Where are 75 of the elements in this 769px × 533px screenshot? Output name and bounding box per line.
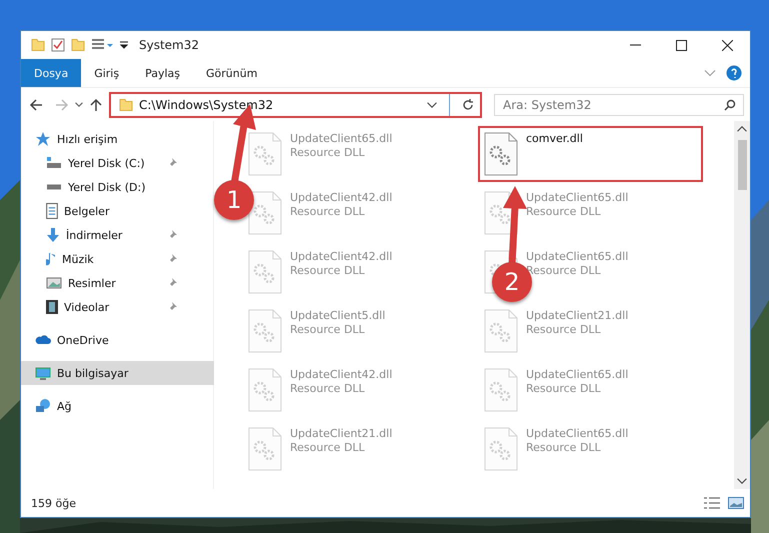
drive-icon	[46, 184, 62, 190]
sidebar-item[interactable]: Bu bilgisayar	[21, 361, 214, 385]
folder-icon	[31, 39, 45, 51]
sidebar-item[interactable]: Videolar	[21, 295, 181, 319]
drive-icon	[46, 157, 62, 169]
dll-file-icon	[484, 132, 518, 176]
sidebar-item[interactable]: Yerel Disk (D:)	[21, 175, 181, 199]
view-icon[interactable]	[91, 38, 113, 52]
dll-file-icon	[248, 250, 282, 294]
file-type: Resource DLL	[290, 205, 366, 218]
dll-file-icon	[248, 368, 282, 412]
dll-file-icon	[248, 191, 282, 235]
new-folder-icon	[71, 39, 85, 51]
file-type: Resource DLL	[290, 382, 366, 395]
refresh-icon[interactable]	[461, 98, 475, 112]
file-type: Resource DLL	[290, 441, 366, 454]
ribbon-tab[interactable]: Dosya	[21, 59, 82, 87]
scrollbar-thumb[interactable]	[738, 140, 746, 190]
dll-file-icon	[248, 132, 282, 176]
help-icon[interactable]	[726, 65, 742, 81]
file-type: Resource DLL	[290, 323, 366, 336]
sidebar-item[interactable]: Ağ	[21, 394, 214, 418]
details-view-icon[interactable]	[704, 497, 720, 509]
file-name[interactable]: comver.dll	[526, 132, 583, 145]
cloud-icon	[35, 335, 51, 345]
scrollbar[interactable]	[734, 121, 750, 489]
dll-file-icon	[484, 368, 518, 412]
dll-file-icon	[248, 427, 282, 471]
search-icon	[724, 98, 736, 110]
search-field[interactable]: Ara: System32	[494, 94, 744, 116]
dll-file-icon	[248, 309, 282, 353]
sidebar-item[interactable]: Hızlı erişim	[21, 127, 214, 151]
chevron-down-icon[interactable]	[427, 102, 437, 108]
sidebar-item[interactable]: İndirmeler	[21, 223, 181, 247]
network-icon	[35, 399, 51, 413]
monitor-icon	[35, 366, 51, 380]
scroll-down-icon[interactable]	[737, 478, 747, 484]
film-icon	[46, 300, 58, 314]
dll-file-icon	[484, 427, 518, 471]
star-icon	[35, 131, 51, 147]
scroll-up-icon[interactable]	[737, 126, 747, 132]
sidebar-item[interactable]: Müzik	[21, 247, 181, 271]
dll-file-icon	[484, 309, 518, 353]
folder-icon	[119, 98, 133, 110]
file-type: Resource DLL	[526, 382, 602, 395]
file-type: Resource DLL	[290, 264, 366, 277]
download-icon	[46, 228, 60, 242]
large-icons-view-icon[interactable]	[728, 497, 744, 509]
music-note-icon	[46, 252, 56, 266]
chevron-down-icon[interactable]	[75, 102, 83, 107]
window-title: System32	[139, 38, 200, 52]
sidebar-item[interactable]: Resimler	[21, 271, 181, 295]
back-arrow-icon[interactable]	[29, 98, 43, 112]
file-type: Resource DLL	[526, 205, 602, 218]
sidebar-item[interactable]: Belgeler	[21, 199, 181, 223]
file-type: Resource DLL	[526, 323, 602, 336]
file-type: Resource DLL	[290, 146, 366, 159]
ribbon-tab[interactable]: Görünüm	[193, 59, 270, 87]
sidebar-item[interactable]: Yerel Disk (C:)	[21, 151, 181, 175]
file-item[interactable]: comver.dll	[478, 126, 703, 182]
sidebar-item[interactable]: OneDrive	[21, 328, 214, 352]
up-arrow-icon[interactable]	[89, 98, 103, 112]
close-icon	[722, 40, 732, 50]
properties-icon[interactable]	[51, 38, 65, 52]
ribbon-tab[interactable]: Giriş	[81, 59, 132, 87]
file-type: Resource DLL	[526, 264, 602, 277]
file-type: Resource DLL	[526, 441, 602, 454]
document-icon	[46, 203, 58, 219]
picture-folder-icon	[46, 277, 62, 289]
maximize-icon	[676, 40, 686, 50]
address-bar[interactable]: C:\Windows\System32	[109, 92, 482, 118]
ribbon-tab[interactable]: Paylaş	[132, 59, 193, 87]
minimize-icon	[630, 44, 640, 46]
caret-icon[interactable]	[119, 40, 129, 50]
item-count: 159 öğe	[31, 496, 76, 510]
